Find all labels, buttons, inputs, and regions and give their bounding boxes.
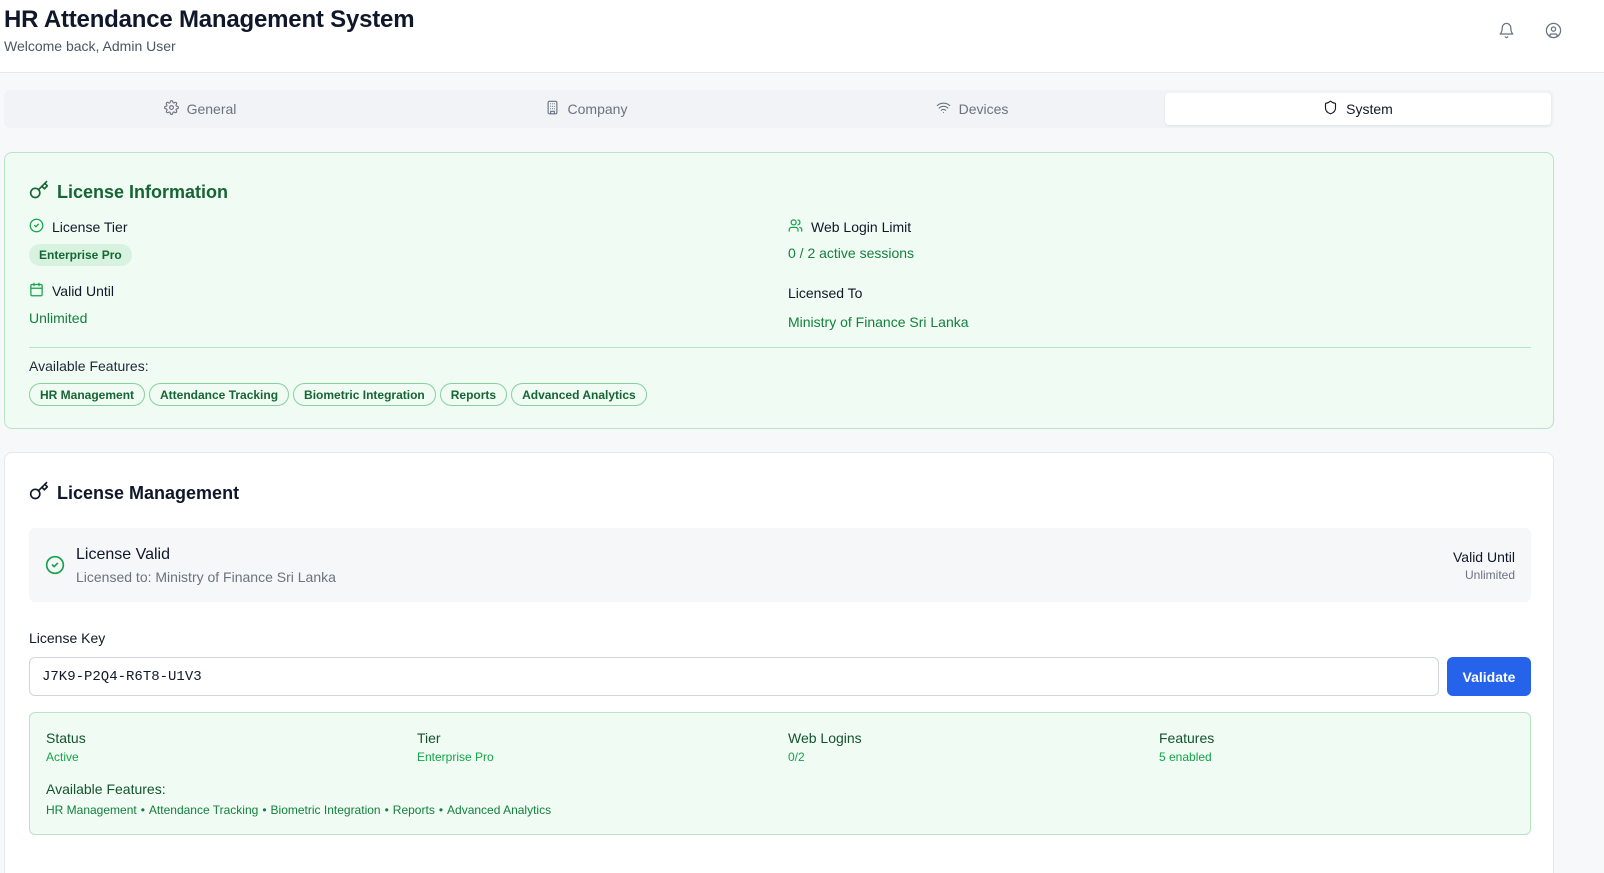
app-header: HR Attendance Management System Welcome … [0, 0, 1604, 73]
available-features-label: Available Features: [29, 358, 149, 374]
summary-web-logins-value: 0/2 [788, 750, 805, 764]
user-circle-icon[interactable] [1543, 20, 1563, 40]
summary-tier-label: Tier [417, 730, 441, 746]
license-tier-label: License Tier [29, 218, 127, 236]
feature-chip: Attendance Tracking [149, 383, 290, 406]
summary-features-label: Features [1159, 730, 1215, 746]
validate-button[interactable]: Validate [1447, 657, 1531, 696]
license-status-panel: License Valid Licensed to: Ministry of F… [29, 528, 1531, 602]
summary-status: Status Active [46, 730, 86, 764]
feature-item: Reports [392, 803, 435, 817]
license-management-card: License Management License Valid License… [4, 452, 1554, 873]
feature-chip: Reports [439, 383, 508, 406]
feature-item: Attendance Tracking [148, 803, 259, 817]
license-summary-panel: Status Active Tier Enterprise Pro Web Lo… [29, 712, 1531, 835]
settings-tabs: General Company Devices System [4, 90, 1554, 128]
bell-icon[interactable] [1496, 20, 1516, 40]
license-management-title-text: License Management [57, 483, 240, 503]
summary-status-label: Status [46, 730, 86, 746]
feature-item: HR Management [46, 803, 137, 817]
web-login-limit-label: Web Login Limit [788, 218, 911, 236]
tab-system-label: System [1346, 101, 1393, 117]
summary-available-features-label: Available Features: [46, 781, 166, 797]
summary-status-value: Active [46, 750, 79, 764]
license-information-title: License Information [29, 180, 228, 205]
license-management-title: License Management [29, 481, 239, 506]
licensed-to-value: Ministry of Finance Sri Lanka [788, 314, 969, 330]
check-circle-icon [45, 555, 65, 575]
separator: • [438, 803, 444, 817]
tab-general-label: General [186, 101, 237, 117]
license-valid-title: License Valid [76, 546, 170, 563]
summary-features-list: HR Management • Attendance Tracking • Bi… [46, 803, 551, 817]
wifi-icon [936, 100, 951, 118]
valid-until-label-text: Valid Until [52, 283, 114, 299]
summary-web-logins: Web Logins 0/2 [788, 730, 862, 764]
tab-company[interactable]: Company [393, 93, 779, 125]
tier-badge: Enterprise Pro [29, 244, 132, 266]
license-information-card: License Information License Tier Enterpr… [4, 152, 1554, 429]
web-login-limit-label-text: Web Login Limit [811, 219, 912, 235]
separator: • [262, 803, 267, 817]
valid-until-value: Unlimited [1464, 568, 1515, 582]
license-information-title-text: License Information [57, 182, 229, 202]
license-tier-label-text: License Tier [52, 219, 128, 235]
key-icon [29, 180, 49, 205]
check-circle-icon [29, 218, 44, 236]
building-icon [545, 100, 560, 118]
shield-icon [1323, 100, 1338, 118]
users-icon [788, 218, 803, 236]
summary-tier-value: Enterprise Pro [417, 750, 494, 764]
summary-tier: Tier Enterprise Pro [417, 730, 494, 764]
app-title: HR Attendance Management System [4, 6, 415, 33]
feature-chip: Advanced Analytics [511, 383, 647, 406]
tab-devices[interactable]: Devices [779, 93, 1165, 125]
feature-chip: HR Management [29, 383, 146, 406]
tab-system[interactable]: System [1165, 93, 1551, 125]
valid-until-label: Valid Until [1453, 549, 1515, 565]
welcome-message: Welcome back, Admin User [4, 38, 176, 54]
separator: • [140, 803, 145, 817]
license-key-input[interactable] [29, 657, 1439, 696]
divider [29, 347, 1531, 348]
web-login-limit-value: 0 / 2 active sessions [788, 245, 915, 261]
gear-icon [163, 100, 179, 118]
feature-chips: HR Management Attendance Tracking Biomet… [29, 383, 647, 406]
summary-features: Features 5 enabled [1159, 730, 1214, 764]
feature-item: Advanced Analytics [447, 803, 552, 817]
license-key-label: License Key [29, 630, 106, 646]
tab-general[interactable]: General [7, 93, 393, 125]
separator: • [384, 803, 389, 817]
licensed-to-label: Licensed To [788, 285, 863, 301]
licensed-to-text: Licensed to: Ministry of Finance Sri Lan… [76, 569, 336, 585]
valid-until-value: Unlimited [29, 310, 88, 326]
summary-web-logins-label: Web Logins [788, 730, 862, 746]
tab-company-label: Company [567, 101, 628, 117]
key-icon [29, 481, 49, 506]
tab-devices-label: Devices [958, 101, 1009, 117]
valid-until-label: Valid Until [29, 282, 114, 300]
calendar-icon [29, 282, 44, 300]
feature-item: Biometric Integration [270, 803, 381, 817]
summary-features-value: 5 enabled [1159, 750, 1212, 764]
feature-chip: Biometric Integration [293, 383, 436, 406]
